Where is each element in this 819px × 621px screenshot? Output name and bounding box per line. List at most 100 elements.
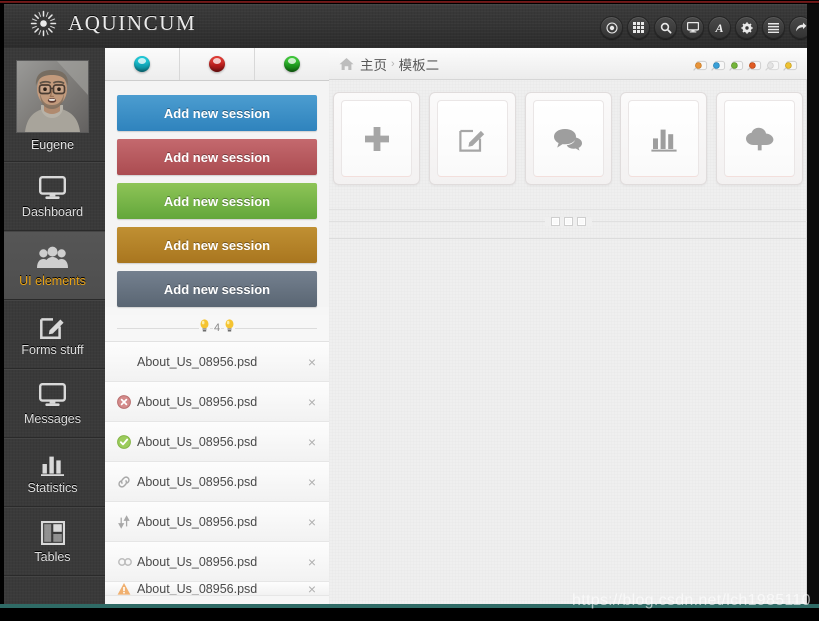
add-new-session-button-gray[interactable]: Add new session bbox=[117, 271, 317, 307]
cloud-upload-icon bbox=[724, 100, 795, 177]
error-circle-icon bbox=[117, 394, 137, 409]
widget-panel: Add new session Add new session Add new … bbox=[105, 48, 330, 604]
sidebar: Eugene Dashboard UI elements Forms stuff… bbox=[0, 48, 106, 604]
close-icon[interactable]: × bbox=[305, 582, 319, 595]
carousel-dot-1[interactable] bbox=[550, 216, 560, 226]
file-list: About_Us_08956.psd × About_Us_08956.psd … bbox=[105, 342, 329, 596]
list-item[interactable]: About_Us_08956.psd × bbox=[105, 462, 329, 502]
pin-gray-icon[interactable] bbox=[765, 58, 780, 71]
close-icon[interactable]: × bbox=[305, 553, 319, 571]
list-icon[interactable] bbox=[762, 16, 785, 39]
close-icon[interactable]: × bbox=[305, 353, 319, 371]
sidebar-item-ui-elements[interactable]: UI elements bbox=[0, 231, 105, 300]
infinity-link-icon bbox=[117, 556, 137, 568]
close-icon[interactable]: × bbox=[305, 393, 319, 411]
card-add[interactable] bbox=[333, 92, 420, 185]
card-statistics[interactable] bbox=[620, 92, 708, 185]
carousel-pagination bbox=[329, 209, 807, 232]
orb-red-icon bbox=[209, 56, 225, 72]
list-item[interactable]: About_Us_08956.psd × bbox=[105, 582, 329, 596]
breadcrumb: 主页 › 模板二 bbox=[329, 48, 807, 80]
add-new-session-button-orange[interactable]: Add new session bbox=[117, 227, 317, 263]
chat-bubbles-icon bbox=[532, 100, 604, 177]
sidebar-item-label: Tables bbox=[34, 550, 71, 564]
file-name: About_Us_08956.psd bbox=[137, 514, 258, 529]
list-item[interactable]: About_Us_08956.psd × bbox=[105, 542, 329, 582]
profile-name: Eugene bbox=[30, 138, 75, 152]
breadcrumb-item-home[interactable]: 主页 bbox=[360, 54, 387, 74]
pin-orange-icon[interactable] bbox=[693, 58, 708, 71]
list-item[interactable]: About_Us_08956.psd × bbox=[105, 342, 329, 382]
lightbulb-icon bbox=[198, 319, 210, 337]
avatar bbox=[16, 60, 89, 133]
sidebar-item-label: Dashboard bbox=[21, 205, 84, 219]
sidebar-item-messages[interactable]: Messages bbox=[0, 369, 105, 438]
sidebar-item-forms-stuff[interactable]: Forms stuff bbox=[0, 300, 105, 369]
bar-chart-icon bbox=[628, 100, 700, 177]
card-upload[interactable] bbox=[716, 92, 803, 185]
file-name: About_Us_08956.psd bbox=[137, 554, 258, 569]
file-name: About_Us_08956.psd bbox=[137, 582, 258, 596]
users-group-icon bbox=[0, 242, 105, 272]
window-left-border bbox=[0, 4, 4, 608]
file-name: About_Us_08956.psd bbox=[137, 474, 258, 489]
gear-icon[interactable] bbox=[735, 16, 758, 39]
lightbulb-icon bbox=[224, 319, 236, 337]
orb-cyan-icon bbox=[134, 56, 150, 72]
window-right-border bbox=[807, 4, 819, 608]
search-icon[interactable] bbox=[654, 16, 677, 39]
header-toolbar: A bbox=[600, 16, 812, 39]
typography-icon[interactable]: A bbox=[708, 16, 731, 39]
sidebar-item-tables[interactable]: Tables bbox=[0, 507, 105, 576]
record-icon[interactable] bbox=[600, 16, 623, 39]
window-bottom-border bbox=[0, 608, 819, 621]
list-item[interactable]: About_Us_08956.psd × bbox=[105, 382, 329, 422]
pin-markers bbox=[693, 58, 798, 71]
brand-logo[interactable]: AQUINCUM bbox=[30, 10, 196, 37]
grid-icon[interactable] bbox=[627, 16, 650, 39]
monitor-icon[interactable] bbox=[681, 16, 704, 39]
add-new-session-button-green[interactable]: Add new session bbox=[117, 183, 317, 219]
sidebar-item-label: UI elements bbox=[19, 274, 86, 288]
pin-green-icon[interactable] bbox=[729, 58, 744, 71]
sidebar-item-label: Statistics bbox=[27, 481, 78, 495]
session-buttons: Add new session Add new session Add new … bbox=[105, 81, 329, 307]
add-new-session-button-blue[interactable]: Add new session bbox=[117, 95, 317, 131]
carousel-dot-2[interactable] bbox=[563, 216, 573, 226]
carousel-dots bbox=[544, 216, 592, 226]
sidebar-item-overflow[interactable] bbox=[0, 576, 105, 604]
close-icon[interactable]: × bbox=[305, 473, 319, 491]
home-icon[interactable] bbox=[339, 57, 354, 71]
bar-chart-icon bbox=[0, 449, 105, 479]
pin-red-icon[interactable] bbox=[747, 58, 762, 71]
sidebar-profile[interactable]: Eugene bbox=[0, 48, 105, 162]
add-new-session-button-red[interactable]: Add new session bbox=[117, 139, 317, 175]
list-item[interactable]: About_Us_08956.psd × bbox=[105, 422, 329, 462]
sidebar-item-label: Messages bbox=[24, 412, 81, 426]
pin-yellow-icon[interactable] bbox=[783, 58, 798, 71]
monitor-icon bbox=[0, 173, 105, 203]
file-name: About_Us_08956.psd bbox=[137, 434, 258, 449]
close-icon[interactable]: × bbox=[305, 513, 319, 531]
content-separator bbox=[329, 238, 807, 241]
monitor-icon bbox=[0, 380, 105, 410]
carousel-dot-3[interactable] bbox=[576, 216, 586, 226]
sort-arrows-icon bbox=[117, 514, 137, 529]
breadcrumb-separator: › bbox=[391, 57, 395, 70]
close-icon[interactable]: × bbox=[305, 433, 319, 451]
shortcut-cards bbox=[329, 80, 807, 185]
card-edit[interactable] bbox=[428, 92, 516, 185]
breadcrumb-item-current: 模板二 bbox=[398, 57, 440, 73]
pin-blue-icon[interactable] bbox=[711, 58, 726, 71]
tab-red[interactable] bbox=[180, 48, 255, 80]
edit-square-icon bbox=[436, 100, 508, 177]
tab-green[interactable] bbox=[255, 48, 329, 80]
tab-cyan[interactable] bbox=[105, 48, 180, 80]
list-item[interactable]: About_Us_08956.psd × bbox=[105, 502, 329, 542]
sidebar-item-dashboard[interactable]: Dashboard bbox=[0, 162, 105, 231]
card-messages[interactable] bbox=[524, 92, 612, 185]
brand-name: AQUINCUM bbox=[68, 11, 197, 35]
sidebar-item-statistics[interactable]: Statistics bbox=[0, 438, 105, 507]
panel-tabs bbox=[105, 48, 329, 81]
app-header: AQUINCUM A bbox=[0, 4, 819, 49]
